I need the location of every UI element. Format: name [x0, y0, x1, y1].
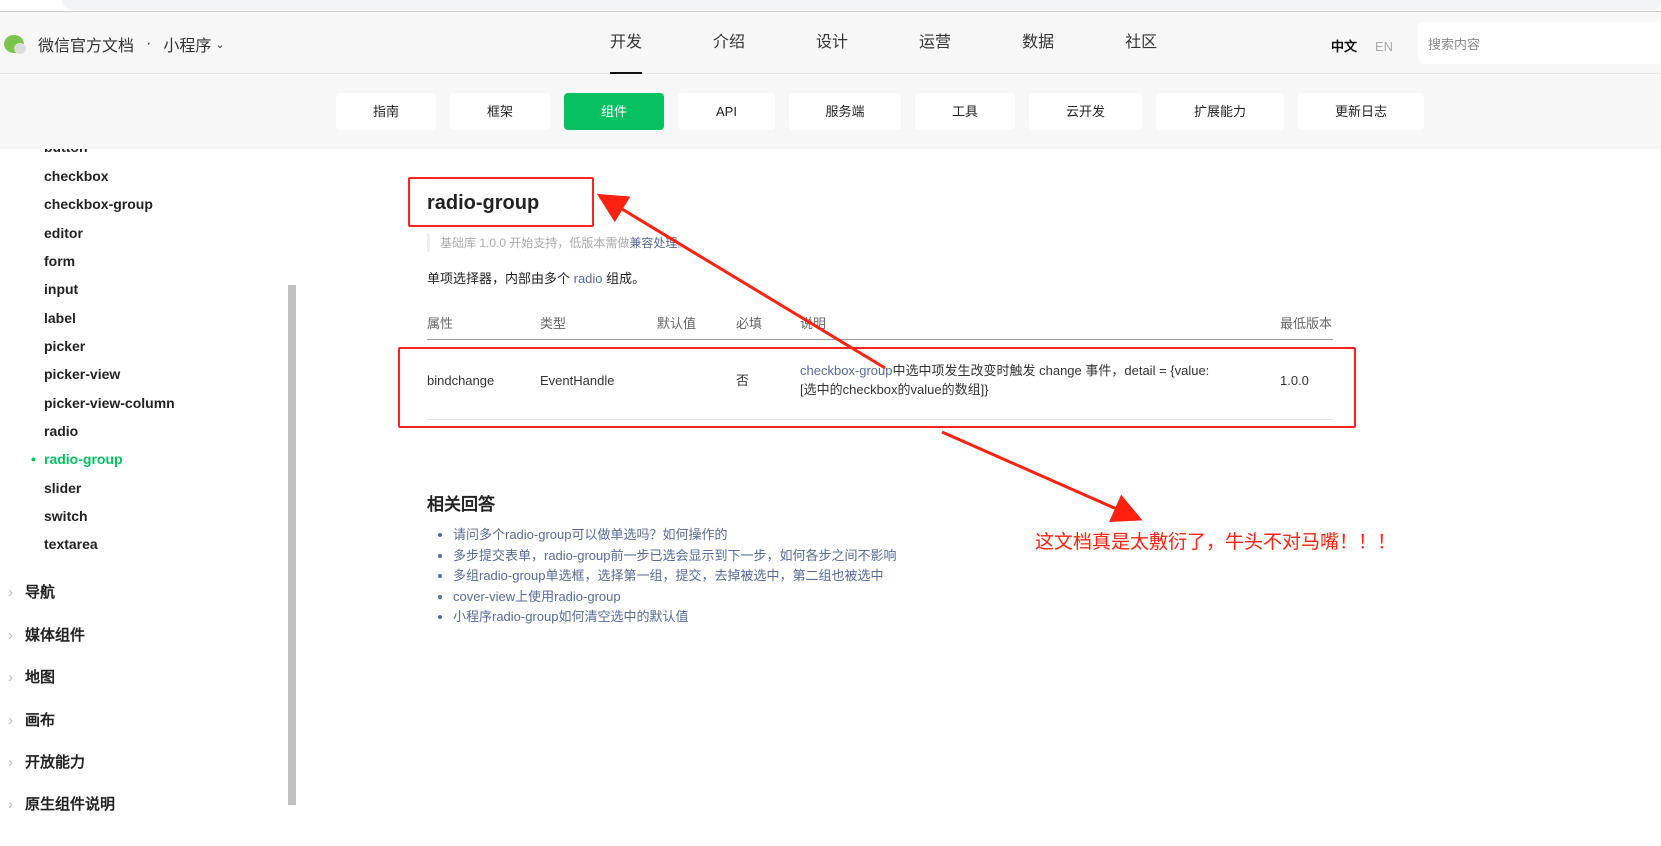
- annotation-arrows: [596, 193, 1143, 523]
- arrow-to-title: [596, 193, 886, 370]
- arrow-to-comment: [941, 430, 1143, 523]
- annotation-comment: 这文档真是太敷衍了，牛头不对马嘴！！！: [1035, 532, 1397, 553]
